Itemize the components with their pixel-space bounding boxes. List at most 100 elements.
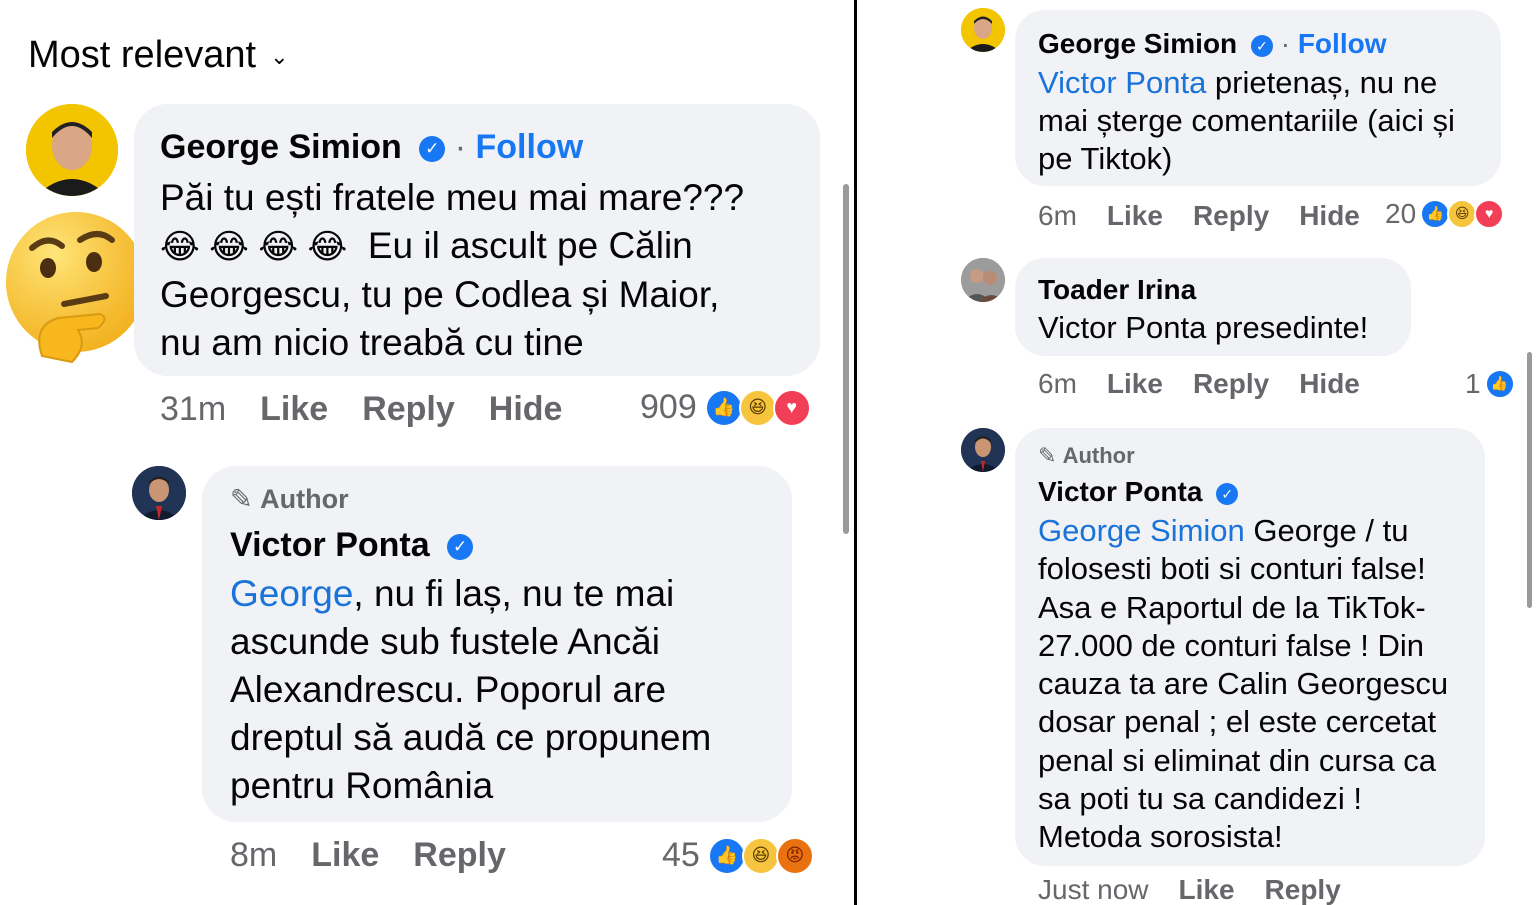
mention-link[interactable]: George: [230, 573, 353, 614]
comment-text: Victor Ponta prietenaș, nu ne mai șterge…: [1038, 64, 1455, 178]
avatar[interactable]: [26, 104, 118, 196]
like-button[interactable]: Like: [1107, 200, 1163, 231]
reaction-count: 45: [662, 836, 700, 874]
comment-time[interactable]: 8m: [230, 836, 277, 874]
comment-line: penal si eliminat din cursa ca: [1038, 742, 1437, 778]
author-label: Author: [260, 484, 349, 514]
commenter-name[interactable]: Victor Ponta: [1038, 476, 1202, 507]
angry-reaction-icon: 😡: [775, 836, 814, 875]
follow-button[interactable]: Follow: [1298, 28, 1387, 59]
comment-line: Georgescu, tu pe Codlea și Maior,: [160, 274, 720, 315]
comment-line-text: Eu il ascult pe Călin: [367, 225, 693, 266]
avatar[interactable]: [132, 466, 186, 520]
hide-button[interactable]: Hide: [1299, 200, 1360, 231]
comment-time[interactable]: 31m: [160, 390, 226, 428]
sort-label: Most relevant: [28, 34, 257, 76]
love-reaction-icon: ♥: [772, 388, 811, 427]
separator-dot: ·: [454, 128, 476, 166]
comment-line: cauza ta are Calin Georgescu: [1038, 666, 1449, 702]
hide-button[interactable]: Hide: [489, 390, 563, 428]
comment-actions: 31m Like Reply Hide: [160, 390, 596, 429]
comment-line: Păi tu ești fratele meu mai mare???: [160, 177, 745, 218]
comment-header: George Simion ✓ · Follow: [160, 128, 583, 167]
sort-dropdown[interactable]: Most relevant ⌄: [28, 34, 289, 77]
reaction-summary[interactable]: 45 👍 😆 😡: [662, 836, 814, 875]
like-reaction-icon: 👍: [707, 836, 746, 875]
avatar[interactable]: [961, 8, 1005, 52]
reaction-summary[interactable]: 20 👍 😆 ♥: [1385, 198, 1505, 230]
comment-text: Victor Ponta presedinte!: [1038, 310, 1369, 345]
mention-link[interactable]: Victor Ponta: [1038, 65, 1206, 100]
comment-text: Păi tu ești fratele meu mai mare??? 😂 😂 …: [160, 174, 744, 367]
reaction-summary[interactable]: 1 👍: [1465, 368, 1515, 400]
comment-text: George Simion George / tu folosesti boti…: [1038, 512, 1448, 857]
thinking-face-emoji: [2, 206, 148, 366]
verified-badge-icon: ✓: [419, 136, 446, 163]
comment-actions: 6m Like Reply Hide: [1038, 200, 1394, 232]
mention-link[interactable]: George Simion: [1038, 513, 1245, 548]
avatar[interactable]: [961, 258, 1005, 302]
commenter-name[interactable]: Victor Ponta: [230, 526, 430, 564]
comment-line: Asa e Raportul de la TikTok-: [1038, 589, 1426, 625]
comment-line: George, nu fi laș, nu te mai: [230, 570, 711, 618]
comment-header: Victor Ponta ✓: [1038, 476, 1239, 508]
comment-header: Victor Ponta ✓: [230, 526, 474, 565]
comment-time[interactable]: 6m: [1038, 200, 1077, 231]
right-comments-panel: George Simion ✓ · Follow Victor Ponta pr…: [857, 0, 1536, 905]
like-button[interactable]: Like: [1179, 874, 1235, 905]
comment-line: dosar penal ; el este cercetat: [1038, 704, 1437, 740]
verified-badge-icon: ✓: [447, 534, 474, 561]
reply-button[interactable]: Reply: [1193, 200, 1269, 231]
reaction-count: 20: [1385, 198, 1417, 229]
comment-line: sa poti tu sa candidezi !: [1038, 781, 1362, 817]
reaction-summary[interactable]: 909 👍 😆 ♥: [640, 388, 811, 427]
reply-button[interactable]: Reply: [1265, 874, 1341, 905]
scrollbar-thumb[interactable]: [843, 184, 849, 534]
comment-line-text: George / tu: [1244, 513, 1409, 548]
hide-button[interactable]: Hide: [1299, 368, 1360, 399]
laughing-emoji-group: 😂 😂 😂 😂: [160, 228, 348, 266]
reaction-count: 909: [640, 388, 697, 426]
commenter-name[interactable]: George Simion: [160, 128, 402, 166]
comment-time[interactable]: Just now: [1038, 874, 1149, 905]
comment-line: Victor Ponta prietenaș, nu ne: [1038, 64, 1455, 102]
reaction-count: 1: [1465, 368, 1481, 399]
like-button[interactable]: Like: [260, 390, 328, 428]
comment-time[interactable]: 6m: [1038, 368, 1077, 399]
left-comments-panel: Most relevant ⌄ George Simion ✓ · Follow…: [0, 0, 854, 905]
comment-actions: 6m Like Reply Hide: [1038, 368, 1394, 400]
separator-dot: ·: [1280, 28, 1298, 59]
author-badge: ✎ Author: [1038, 443, 1135, 469]
like-reaction-icon: 👍: [704, 388, 743, 427]
haha-reaction-icon: 😆: [741, 836, 780, 875]
pencil-icon: ✎: [1038, 443, 1057, 468]
comment-line: nu am nicio treabă cu tine: [160, 322, 584, 363]
reply-button[interactable]: Reply: [1193, 368, 1269, 399]
reply-button[interactable]: Reply: [362, 390, 455, 428]
like-reaction-icon: 👍: [1484, 369, 1515, 399]
comment-line: pentru România: [230, 765, 494, 806]
comment-line: mai șterge comentariile (aici și: [1038, 103, 1455, 138]
love-reaction-icon: ♥: [1474, 199, 1505, 229]
chevron-down-icon: ⌄: [270, 43, 289, 69]
comment-line-text: prietenaș, nu ne: [1206, 65, 1438, 100]
comment-actions: 8m Like Reply: [230, 836, 540, 875]
comment-line: pe Tiktok): [1038, 141, 1173, 176]
commenter-name[interactable]: Toader Irina: [1038, 274, 1196, 306]
scrollbar-thumb[interactable]: [1527, 352, 1532, 608]
pencil-icon: ✎: [230, 484, 253, 514]
comment-line-text: , nu fi laș, nu te mai: [353, 573, 675, 614]
commenter-name[interactable]: George Simion: [1038, 28, 1237, 59]
avatar[interactable]: [961, 428, 1005, 472]
comment-actions: Just now Like Reply: [1038, 874, 1375, 905]
reply-button[interactable]: Reply: [413, 836, 506, 874]
comment-line: George Simion George / tu: [1038, 512, 1448, 550]
like-button[interactable]: Like: [1107, 368, 1163, 399]
comment-line: ascunde sub fustele Ancăi: [230, 621, 660, 662]
like-reaction-icon: 👍: [1420, 199, 1451, 229]
like-button[interactable]: Like: [311, 836, 379, 874]
author-badge: ✎ Author: [230, 484, 349, 515]
comment-line: dreptul să audă ce propunem: [230, 717, 712, 758]
follow-button[interactable]: Follow: [476, 128, 584, 166]
haha-reaction-icon: 😆: [738, 388, 777, 427]
